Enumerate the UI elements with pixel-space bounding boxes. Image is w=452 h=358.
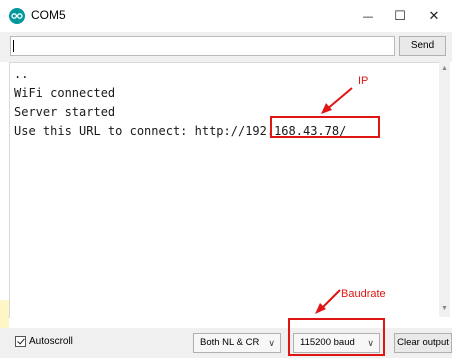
serial-output[interactable]: .. WiFi connected Server started Use thi… (9, 62, 440, 318)
title-bar: COM5 — ☐ ✕ (0, 0, 452, 32)
output-line: .. (14, 67, 29, 81)
autoscroll-toggle[interactable]: Autoscroll (15, 336, 73, 347)
close-icon: ✕ (428, 8, 440, 24)
scroll-up-icon[interactable]: ▲ (441, 65, 448, 72)
arduino-icon (9, 8, 25, 24)
serial-input[interactable] (10, 36, 395, 56)
line-ending-select[interactable]: Both NL & CR ∨ (193, 333, 281, 353)
scroll-down-icon[interactable]: ▼ (441, 305, 448, 312)
chevron-down-icon: ∨ (268, 338, 275, 348)
minimize-button[interactable]: — (354, 4, 382, 28)
close-button[interactable]: ✕ (420, 4, 448, 28)
ip-annotation-label: IP (358, 75, 369, 87)
autoscroll-checkbox[interactable] (15, 336, 26, 347)
minimize-icon: — (362, 9, 374, 23)
send-button[interactable]: Send (399, 36, 446, 56)
autoscroll-label: Autoscroll (29, 336, 73, 347)
ip-highlight-box (270, 116, 380, 138)
baudrate-annotation-label: Baudrate (341, 288, 386, 300)
line-ending-value: Both NL & CR (200, 337, 260, 348)
baudrate-arrow-icon (315, 289, 341, 314)
maximize-button[interactable]: ☐ (386, 4, 414, 28)
output-line: Server started (14, 105, 116, 119)
maximize-icon: ☐ (394, 8, 406, 24)
output-line: WiFi connected (14, 86, 116, 100)
side-marker (0, 300, 9, 330)
ip-arrow-icon (321, 87, 353, 114)
clear-output-button[interactable]: Clear output (394, 333, 452, 353)
vertical-scrollbar[interactable]: ▲ ▼ (439, 62, 450, 317)
text-caret (13, 40, 14, 52)
send-row: Send (0, 32, 452, 62)
baudrate-highlight-box (288, 318, 385, 356)
window-title: COM5 (31, 8, 66, 22)
